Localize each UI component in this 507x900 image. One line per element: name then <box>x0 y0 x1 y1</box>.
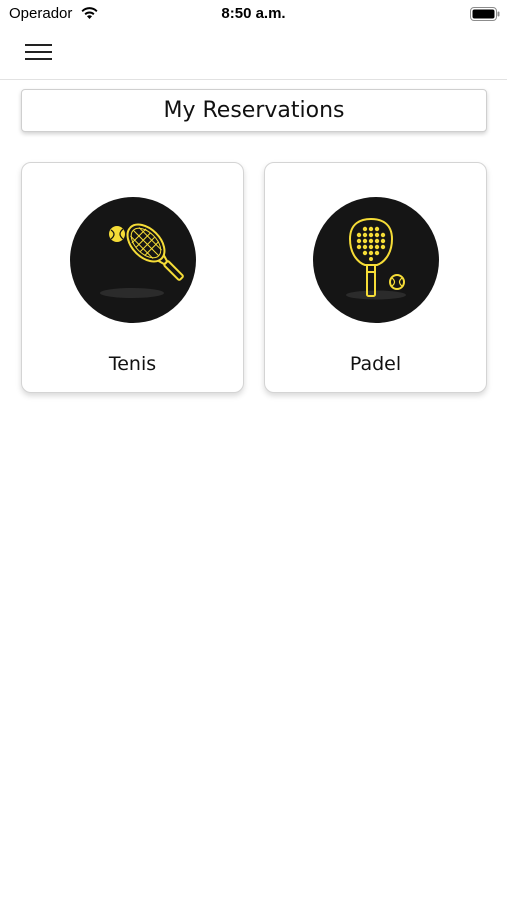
tennis-racket-icon <box>70 197 196 323</box>
sport-label-padel: Padel <box>349 353 402 375</box>
battery-full-icon <box>470 7 500 21</box>
sport-label-tenis: Tenis <box>108 353 157 375</box>
sport-card-padel[interactable]: Padel <box>264 162 487 393</box>
page-title-box: My Reservations <box>21 89 487 132</box>
page-title: My Reservations <box>163 98 345 123</box>
padel-racket-icon <box>313 197 439 323</box>
status-time: 8:50 a.m. <box>221 5 286 22</box>
status-bar: Operador 8:50 a.m. <box>0 0 507 28</box>
sport-card-tenis[interactable]: Tenis <box>21 162 244 393</box>
nav-bar <box>0 28 507 80</box>
hamburger-menu-icon[interactable] <box>18 34 58 70</box>
